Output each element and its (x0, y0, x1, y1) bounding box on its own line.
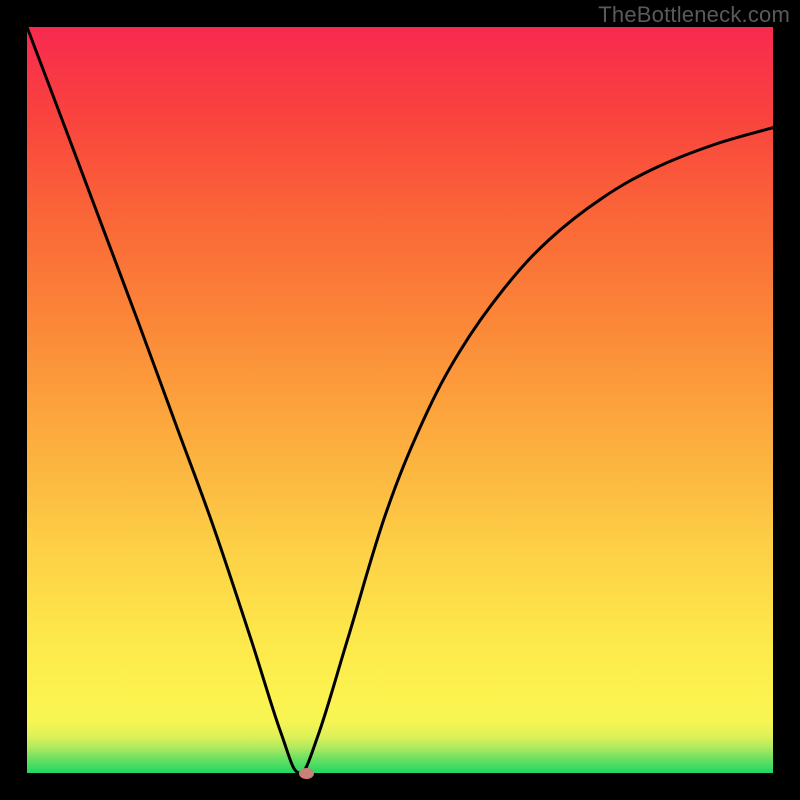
plot-area (27, 27, 773, 773)
chart-frame: TheBottleneck.com (0, 0, 800, 800)
curve-svg (27, 27, 773, 773)
bottleneck-curve (27, 27, 773, 773)
watermark-text: TheBottleneck.com (598, 2, 790, 28)
vertex-marker (299, 768, 314, 779)
